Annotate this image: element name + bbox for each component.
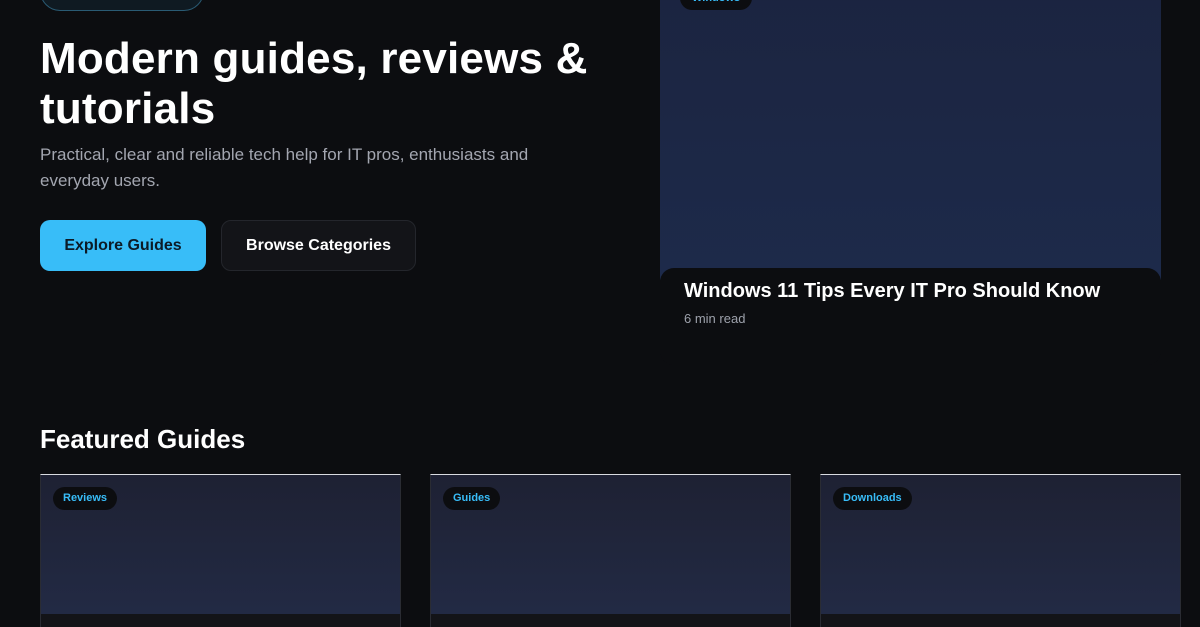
guide-card-tag[interactable]: Guides — [443, 487, 501, 510]
guide-card-body — [431, 614, 790, 627]
featured-guides-heading: Featured Guides — [40, 424, 246, 454]
guide-card[interactable]: Guides — [430, 474, 791, 627]
guide-card[interactable]: Downloads — [820, 474, 1181, 627]
featured-article-card[interactable]: Windows Windows 11 Tips Every IT Pro Sho… — [660, 0, 1161, 365]
guide-card-body — [821, 614, 1180, 627]
explore-guides-button[interactable]: Explore Guides — [40, 220, 206, 271]
guide-card-tag[interactable]: Reviews — [53, 487, 118, 510]
guide-card[interactable]: Reviews — [40, 474, 401, 627]
top-badge — [40, 0, 204, 11]
guide-card-body — [41, 614, 400, 627]
featured-article-tag[interactable]: Windows — [680, 0, 753, 10]
featured-article-title[interactable]: Windows 11 Tips Every IT Pro Should Know — [684, 280, 1144, 302]
browse-categories-button[interactable]: Browse Categories — [221, 220, 416, 271]
featured-article-image — [660, 0, 1161, 280]
featured-article-read-time: 6 min read — [684, 311, 746, 326]
guide-card-tag[interactable]: Downloads — [833, 487, 912, 510]
hero-title: Modern guides, reviews & tutorials — [40, 34, 588, 133]
featured-article-body: Windows 11 Tips Every IT Pro Should Know… — [660, 268, 1161, 365]
page: Modern guides, reviews & tutorials Pract… — [0, 0, 1200, 627]
hero-subtitle: Practical, clear and reliable tech help … — [40, 145, 529, 190]
